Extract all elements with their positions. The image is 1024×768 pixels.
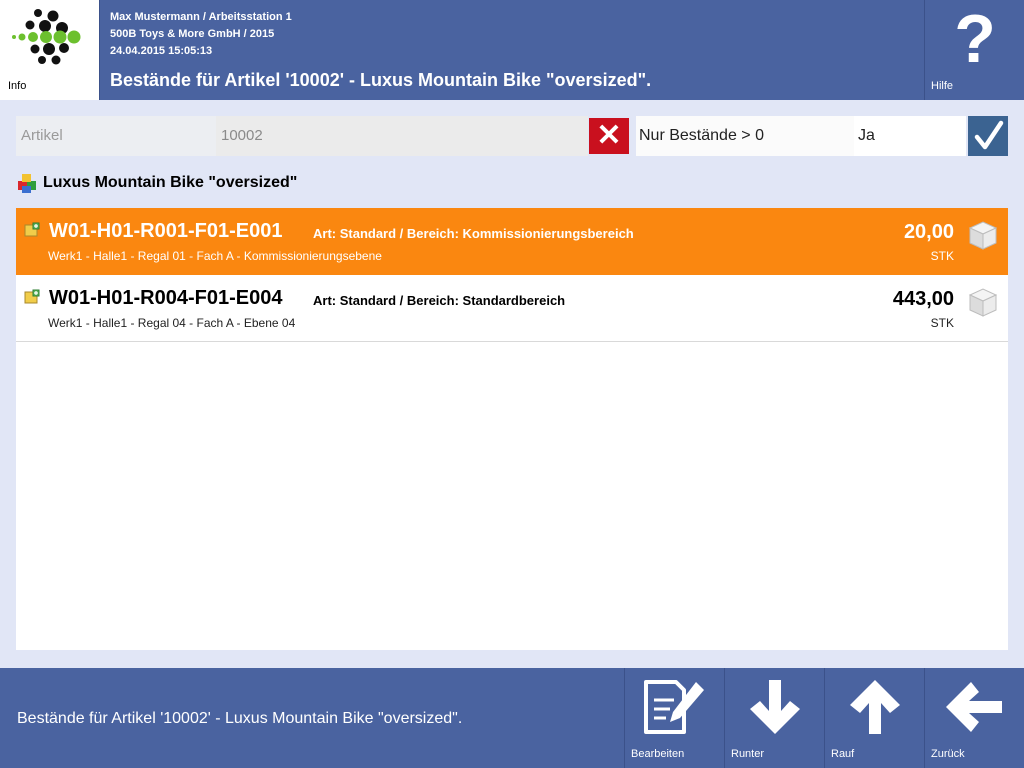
location-code: W01-H01-R001-F01-E001 [49,220,283,242]
down-label: Runter [731,748,765,760]
storage-location-icon [24,222,40,237]
footer-bar: Bestände für Artikel '10002' - Luxus Mou… [0,668,1024,768]
stock-filter-value[interactable]: Ja [854,116,966,156]
datetime-line: 24.04.2015 15:05:13 [110,45,213,57]
stock-quantity: 443,00 [892,288,954,310]
arrow-down-icon [750,680,800,734]
question-mark-icon: ? [954,1,996,77]
info-button[interactable]: Info [0,0,100,100]
back-label: Zurück [931,748,965,760]
stock-row[interactable]: W01-H01-R001-F01-E001 Art: Standard / Be… [16,208,1008,275]
article-title: Luxus Mountain Bike "oversized" [43,174,298,191]
box-icon [968,221,998,250]
info-label: Info [8,80,27,92]
location-path: Werk1 - Halle1 - Regal 01 - Fach A - Kom… [48,249,382,263]
article-field-label: Artikel [16,116,216,156]
article-input[interactable]: 10002 [216,116,588,156]
arrow-up-icon [850,680,900,734]
up-button[interactable]: Rauf [824,668,924,768]
checkmark-icon [974,120,1004,150]
header-bar: Info Max Mustermann / Arbeitsstation 1 5… [0,0,1024,100]
back-button[interactable]: Zurück [924,668,1024,768]
colored-cubes-icon [18,174,36,193]
down-button[interactable]: Runter [724,668,824,768]
help-button[interactable]: ? Hilfe [924,0,1024,100]
page-title: Bestände für Artikel '10002' - Luxus Mou… [110,70,652,90]
company-line: 500B Toys & More GmbH / 2015 [110,28,275,40]
status-text: Bestände für Artikel '10002' - Luxus Mou… [17,710,463,727]
stock-row[interactable]: W01-H01-R004-F01-E004 Art: Standard / Be… [16,275,1008,342]
location-meta: Art: Standard / Bereich: Standardbereich [313,293,566,308]
location-path: Werk1 - Halle1 - Regal 04 - Fach A - Ebe… [48,316,296,330]
edit-button[interactable]: Bearbeiten [624,668,724,768]
user-line: Max Mustermann / Arbeitsstation 1 [110,11,292,23]
clear-button[interactable]: ✕ [589,118,629,154]
stock-unit: STK [930,249,954,263]
edit-document-icon [644,680,704,734]
stock-quantity: 20,00 [903,221,954,243]
company-logo-icon [12,9,81,65]
up-label: Rauf [831,748,855,760]
arrow-left-icon [946,682,1002,732]
stock-filter-label: Nur Bestände > 0 [636,116,854,156]
close-icon: ✕ [596,119,622,152]
stock-unit: STK [930,316,954,330]
edit-label: Bearbeiten [631,748,685,760]
storage-location-icon [24,289,40,304]
location-code: W01-H01-R004-F01-E004 [49,287,283,309]
help-label: Hilfe [931,80,954,92]
filter-bar: Artikel 10002 ✕ Nur Bestände > 0 Ja [16,116,1008,156]
box-icon [968,288,998,317]
confirm-button[interactable] [968,116,1008,156]
session-info: Max Mustermann / Arbeitsstation 1 500B T… [110,9,292,60]
location-meta: Art: Standard / Bereich: Kommissionierun… [313,226,634,241]
stock-list: W01-H01-R001-F01-E001 Art: Standard / Be… [16,208,1008,650]
